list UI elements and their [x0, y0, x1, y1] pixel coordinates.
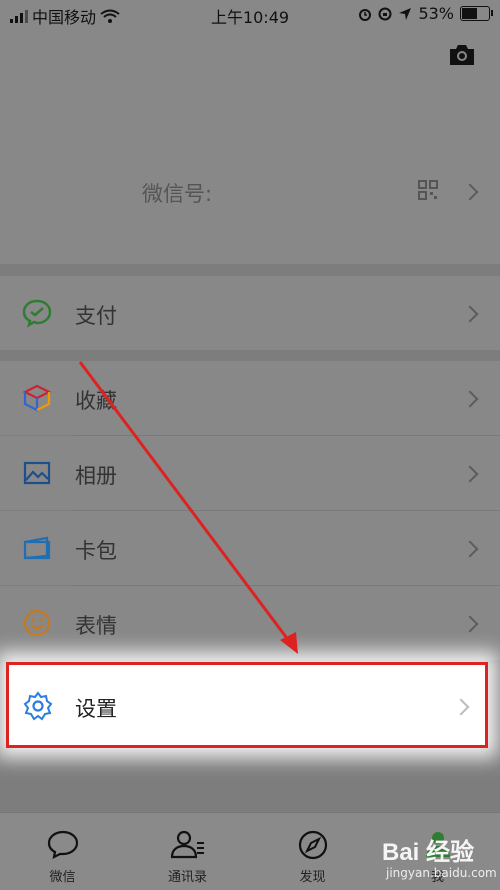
- card-wallet-icon: [23, 536, 51, 560]
- chevron-right-icon: [461, 305, 479, 323]
- alarm-icon: [359, 8, 372, 21]
- tab-chats[interactable]: 微信: [0, 813, 125, 890]
- menu-item-settings[interactable]: 设置: [6, 662, 488, 748]
- baidu-watermark: Bai 经验 jingyan.baidu.com: [364, 828, 497, 884]
- chevron-right-icon: [461, 540, 479, 558]
- menu-item-stickers[interactable]: 表情: [0, 586, 500, 660]
- battery-percent: 53%: [418, 4, 454, 23]
- favorites-cube-icon: [22, 384, 52, 412]
- smiley-icon: [23, 609, 51, 637]
- watermark-brand: Bai 经验: [382, 839, 475, 866]
- menu-label-pay: 支付: [75, 304, 117, 328]
- menu-item-cards[interactable]: 卡包: [0, 511, 500, 585]
- chevron-right-icon: [461, 183, 479, 201]
- status-right: 53%: [358, 4, 493, 23]
- battery-icon: [460, 6, 493, 21]
- camera-icon[interactable]: [448, 44, 476, 66]
- tab-label: 发现: [299, 870, 326, 885]
- rotation-lock-icon: [378, 7, 392, 20]
- chevron-right-icon: [461, 465, 479, 483]
- tab-discover[interactable]: 发现: [250, 813, 375, 890]
- watermark-url: jingyan.baidu.com: [386, 866, 497, 880]
- chevron-right-icon: [461, 615, 479, 633]
- status-bar: 中国移动 上午10:49 53%: [0, 0, 500, 28]
- menu-item-pay[interactable]: 支付: [0, 276, 500, 350]
- tab-label: 通讯录: [167, 870, 207, 885]
- tab-label: 微信: [49, 870, 76, 885]
- menu-label-cards: 卡包: [75, 539, 117, 563]
- contacts-icon: [170, 830, 204, 859]
- compass-icon: [298, 830, 327, 860]
- qr-code-icon[interactable]: [418, 180, 438, 200]
- chevron-right-icon: [452, 698, 470, 716]
- profile-header[interactable]: 微信号:: [0, 28, 500, 264]
- chevron-right-icon: [461, 390, 479, 408]
- pay-icon: [22, 299, 52, 328]
- gear-icon: [23, 691, 53, 721]
- menu-item-favorites[interactable]: 收藏: [0, 361, 500, 435]
- album-icon: [23, 461, 51, 485]
- wechat-id-label: 微信号:: [142, 182, 213, 206]
- menu-label-settings: 设置: [75, 697, 117, 721]
- menu-label-favorites: 收藏: [75, 389, 117, 413]
- menu-item-album[interactable]: 相册: [0, 436, 500, 510]
- menu-label-stickers: 表情: [75, 614, 117, 638]
- location-icon: [399, 7, 412, 20]
- menu-label-album: 相册: [75, 464, 117, 488]
- tab-contacts[interactable]: 通讯录: [125, 813, 250, 890]
- chat-bubble-icon: [47, 830, 78, 859]
